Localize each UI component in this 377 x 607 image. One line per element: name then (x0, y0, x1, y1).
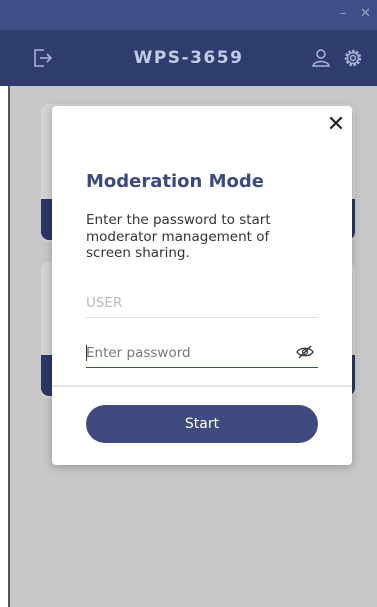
user-field[interactable] (86, 288, 318, 318)
text-caret (86, 345, 87, 361)
moderation-dialog: ✕ Moderation Mode Enter the password to … (52, 106, 352, 465)
dialog-description: Enter the password to start moderator ma… (86, 212, 271, 261)
window-close-button[interactable]: ✕ (360, 6, 371, 22)
divider (52, 385, 352, 387)
user-field-underline (86, 317, 318, 318)
password-field-underline (86, 367, 318, 368)
settings-gear-icon[interactable] (341, 46, 365, 70)
app-header: WPS-3659 (0, 30, 377, 86)
dialog-close-button[interactable]: ✕ (326, 114, 346, 136)
user-icon[interactable] (309, 46, 333, 70)
window-titlebar: – ✕ (0, 0, 377, 30)
dialog-title: Moderation Mode (86, 171, 264, 192)
minimize-button[interactable]: – (340, 6, 347, 22)
password-field[interactable] (86, 338, 286, 368)
start-button[interactable]: Start (86, 405, 318, 443)
eye-slash-icon[interactable] (296, 345, 314, 359)
window-edge (8, 86, 10, 607)
